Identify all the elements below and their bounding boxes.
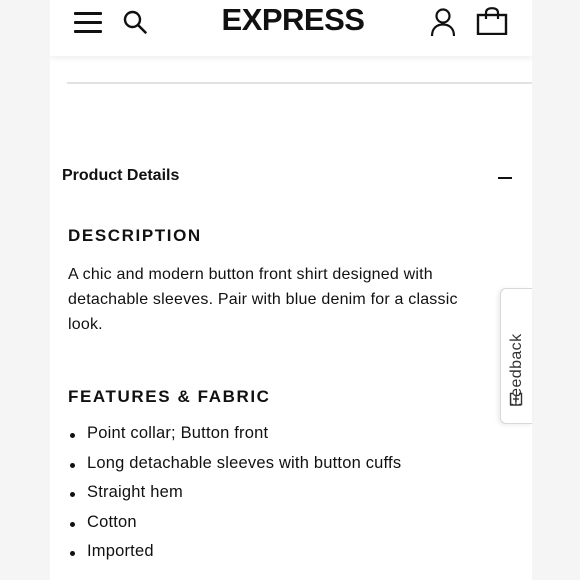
left-background bbox=[0, 0, 50, 580]
product-details-title: Product Details bbox=[62, 167, 180, 184]
product-page: EXPRESS Product Details DESCRIPTION A ch… bbox=[50, 0, 532, 580]
features-list: Point collar; Button front Long detachab… bbox=[68, 424, 508, 572]
section-divider bbox=[67, 82, 532, 84]
product-details-accordion-header[interactable]: Product Details bbox=[62, 166, 522, 190]
minus-icon[interactable] bbox=[498, 177, 512, 179]
feedback-tab[interactable]: Feedback bbox=[500, 288, 532, 424]
list-item: Long detachable sleeves with button cuff… bbox=[68, 454, 508, 484]
list-item: Cotton bbox=[68, 513, 508, 543]
shopping-bag-icon[interactable] bbox=[476, 7, 508, 35]
list-item: Imported bbox=[68, 542, 508, 572]
express-logo[interactable]: EXPRESS bbox=[50, 2, 532, 38]
description-text: A chic and modern button front shirt des… bbox=[68, 266, 458, 333]
list-item: Straight hem bbox=[68, 483, 508, 513]
list-item: Point collar; Button front bbox=[68, 424, 508, 454]
features-heading: FEATURES & FABRIC bbox=[68, 387, 271, 406]
description-heading: DESCRIPTION bbox=[68, 226, 202, 245]
plus-box-icon bbox=[509, 392, 523, 406]
site-header: EXPRESS bbox=[50, 0, 532, 56]
account-icon[interactable] bbox=[430, 7, 456, 37]
right-background bbox=[532, 0, 580, 580]
